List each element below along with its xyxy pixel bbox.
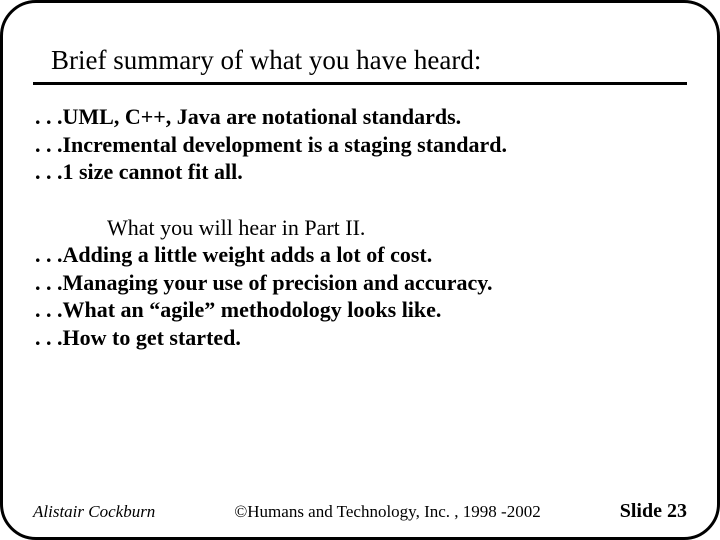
part2-item: . . .How to get started.	[35, 324, 687, 352]
part2-item: . . .What an “agile” methodology looks l…	[35, 296, 687, 324]
slide-frame: Brief summary of what you have heard: . …	[0, 0, 720, 540]
slide-title: Brief summary of what you have heard:	[33, 41, 687, 85]
part2-heading: What you will hear in Part II.	[35, 214, 687, 242]
slide-footer: Alistair Cockburn ©Humans and Technology…	[33, 500, 687, 523]
slide-body: . . .UML, C++, Java are notational stand…	[33, 103, 687, 351]
footer-author: Alistair Cockburn	[33, 502, 155, 522]
summary-list: . . .UML, C++, Java are notational stand…	[35, 103, 687, 186]
footer-copyright: ©Humans and Technology, Inc. , 1998 -200…	[234, 502, 540, 522]
part2-item: . . .Managing your use of precision and …	[35, 269, 687, 297]
part2-list: . . .Adding a little weight adds a lot o…	[35, 241, 687, 351]
footer-slide-number: Slide 23	[620, 500, 687, 523]
summary-item: . . .Incremental development is a stagin…	[35, 131, 687, 159]
summary-item: . . .UML, C++, Java are notational stand…	[35, 103, 687, 131]
summary-item: . . .1 size cannot fit all.	[35, 158, 687, 186]
part2-item: . . .Adding a little weight adds a lot o…	[35, 241, 687, 269]
